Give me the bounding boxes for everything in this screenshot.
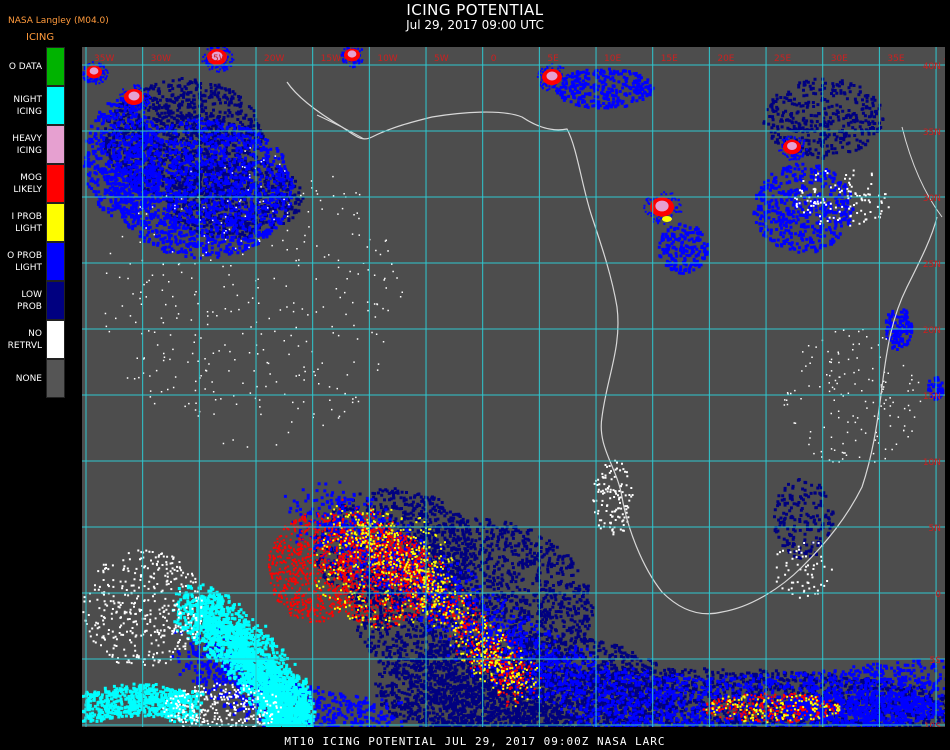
storm-cell-heavy — [89, 67, 99, 75]
legend-item: I PROB LIGHT — [0, 203, 66, 242]
night-icing-pixels — [82, 682, 205, 724]
legend-swatch — [46, 47, 65, 86]
longitude-label: 20W — [264, 54, 284, 64]
map-canvas: 35W 30W 25W 20W 15W 10W 5W 0 5E 10E 15E 20E 25E 30E 35… — [82, 47, 945, 727]
map-title: ICING POTENTIAL — [406, 1, 544, 19]
legend-item: LOW PROB — [0, 281, 66, 320]
legend-label: MOG LIKELY — [13, 172, 42, 195]
latitude-label: 5N — [929, 524, 941, 534]
legend-label: NONE — [15, 373, 42, 384]
legend-label: I PROB LIGHT — [11, 211, 42, 234]
map-datetime: Jul 29, 2017 09:00 UTC — [406, 18, 544, 32]
legend-item: O DATA — [0, 47, 66, 86]
longitude-label: 10E — [604, 54, 621, 64]
no-retrieval-pixels — [775, 541, 833, 599]
longitude-label: 15W — [321, 54, 341, 64]
storm-cell-heavy — [347, 50, 357, 58]
legend-label: LOW PROB — [17, 289, 42, 312]
latitude-label: 35N — [923, 128, 941, 138]
legend-label: NIGHT ICING — [13, 94, 42, 117]
longitude-label: 25W — [207, 54, 227, 64]
longitude-label: 10W — [377, 54, 397, 64]
longitude-label: 35E — [887, 54, 904, 64]
longitude-label: 40E — [944, 54, 945, 64]
legend-item: NIGHT ICING — [0, 86, 66, 125]
latitude-label: 10N — [923, 458, 941, 468]
longitude-label: 35W — [94, 54, 114, 64]
color-legend: O DATA NIGHT ICING HEAVY ICING MOG LIKELY I … — [0, 47, 66, 401]
legend-swatch — [46, 86, 65, 125]
legend-swatch — [46, 281, 65, 320]
storm-cell-heavy — [128, 91, 140, 101]
prob-light-pixels — [752, 162, 855, 254]
storm-cell-yellow — [662, 216, 672, 222]
prob-light-pixels — [552, 67, 655, 110]
legend-swatch — [46, 320, 65, 359]
longitude-label: 15E — [661, 54, 678, 64]
legend-label: NO RETRVL — [7, 328, 42, 351]
coastline — [316, 114, 365, 140]
prob-light-pixels — [884, 308, 914, 351]
legend-item: MOG LIKELY — [0, 164, 66, 203]
legend-swatch — [46, 242, 65, 281]
icing-map[interactable]: 35W 30W 25W 20W 15W 10W 5W 0 5E 10E 15E 20E 25E 30E 35… — [82, 47, 945, 727]
footer-caption: MT10 ICING POTENTIAL JUL 29, 2017 09:00Z… — [284, 735, 666, 748]
legend-label: HEAVY ICING — [12, 133, 42, 156]
longitude-label: 25E — [774, 54, 791, 64]
storm-cell-heavy — [787, 141, 797, 151]
no-retrieval-pixels — [592, 459, 634, 536]
provider-label: NASA Langley (M04.0) — [8, 16, 109, 26]
latitude-label: 40N — [923, 62, 941, 72]
legend-swatch — [46, 359, 65, 398]
no-retrieval-pixels — [783, 328, 922, 463]
legend-swatch — [46, 125, 65, 164]
longitude-label: 0 — [491, 54, 497, 64]
latitude-label: 10S — [924, 722, 941, 727]
storm-cell-heavy — [546, 71, 558, 81]
longitude-label: 5E — [547, 54, 559, 64]
storm-cell-heavy — [655, 200, 669, 212]
prob-light-pixels — [657, 222, 710, 275]
latitude-label: 25N — [923, 260, 941, 270]
longitude-label: 30W — [151, 54, 171, 64]
low-prob-pixels — [762, 77, 885, 160]
legend-item: NO RETRVL — [0, 320, 66, 359]
low-prob-pixels — [773, 478, 835, 560]
product-label: ICING — [26, 32, 55, 43]
longitude-label: 20E — [717, 54, 734, 64]
legend-label: O DATA — [8, 61, 42, 72]
longitude-label: 5W — [434, 54, 449, 64]
latitude-label: 0 — [935, 590, 941, 600]
legend-swatch — [46, 203, 65, 242]
latitude-label: 5S — [930, 656, 942, 666]
legend-item: HEAVY ICING — [0, 125, 66, 164]
latitude-label: 30N — [923, 194, 941, 204]
legend-item: NONE — [0, 359, 66, 398]
longitude-label: 30E — [831, 54, 848, 64]
latitude-label: 15N — [923, 392, 941, 402]
legend-item: O PROB LIGHT — [0, 242, 66, 281]
latitude-label: 20N — [923, 326, 941, 336]
legend-swatch — [46, 164, 65, 203]
legend-label: O PROB LIGHT — [7, 250, 42, 273]
